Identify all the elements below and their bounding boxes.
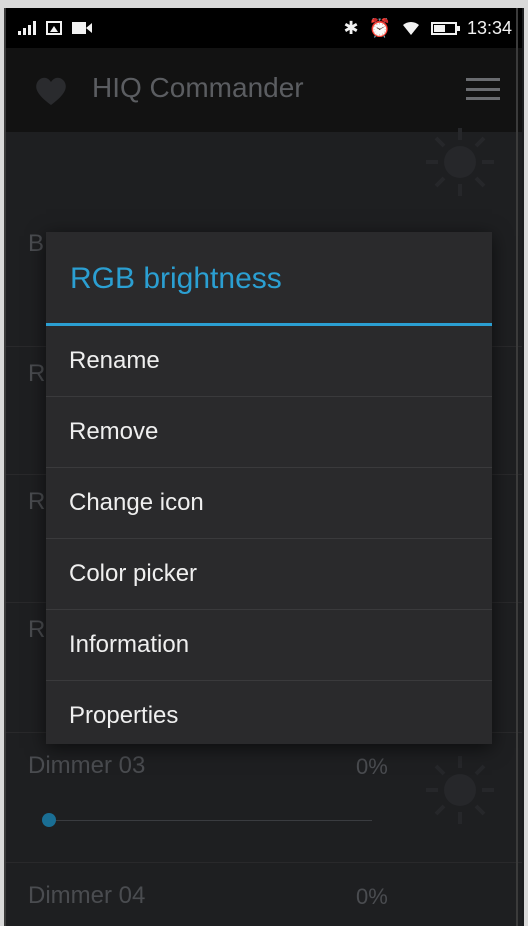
alarm-icon: ⏰ <box>368 18 391 38</box>
list-item-label: B <box>28 230 45 257</box>
list-item[interactable]: Dimmer 04 0% <box>6 862 522 926</box>
video-icon <box>72 22 92 34</box>
menu-item-label: Information <box>69 631 190 658</box>
menu-item-label: Change icon <box>69 489 204 516</box>
dialog-menu: Rename Remove Change icon Color picker I… <box>46 326 492 751</box>
app-bar: HIQ Commander <box>6 48 522 132</box>
menu-item-properties[interactable]: Properties <box>46 681 492 751</box>
status-time: 13:34 <box>466 17 512 38</box>
wifi-icon <box>402 21 419 35</box>
status-bar: ✱ ⏰ 13:34 <box>6 8 522 48</box>
menu-item-rename[interactable]: Rename <box>46 326 492 397</box>
context-menu-dialog: RGB brightness Rename Remove Change icon… <box>46 232 492 744</box>
menu-item-change-icon[interactable]: Change icon <box>46 468 492 539</box>
bluetooth-icon: ✱ <box>343 18 359 38</box>
list-item-value: 0% <box>356 754 388 779</box>
menu-item-label: Color picker <box>69 560 198 587</box>
dialog-title: RGB brightness <box>70 262 282 295</box>
menu-item-label: Properties <box>69 702 179 729</box>
list-item-label: Dimmer 04 <box>28 882 146 909</box>
battery-icon <box>430 21 460 35</box>
list-item[interactable]: Dimmer 03 0% <box>6 732 522 863</box>
menu-item-color-picker[interactable]: Color picker <box>46 539 492 610</box>
heart-logo-icon <box>36 77 66 105</box>
status-right-icons: ✱ ⏰ 13:34 <box>343 8 512 48</box>
menu-item-label: Remove <box>69 418 159 445</box>
menu-item-information[interactable]: Information <box>46 610 492 681</box>
list-item-label: R <box>28 616 46 643</box>
sun-icon <box>426 128 494 196</box>
dimmer-slider-track[interactable] <box>46 820 372 821</box>
app-title: HIQ Commander <box>92 72 304 103</box>
menu-item-label: Rename <box>69 347 160 374</box>
image-icon <box>46 21 62 35</box>
menu-icon[interactable] <box>466 78 500 100</box>
signal-icon <box>18 21 36 35</box>
dimmer-slider-thumb[interactable] <box>42 813 56 827</box>
sun-icon <box>426 756 494 824</box>
list-item-label: R <box>28 360 46 387</box>
list-item-value: 0% <box>356 884 388 909</box>
list-item-label: R <box>28 488 46 515</box>
list-item-label: Dimmer 03 <box>28 752 146 779</box>
menu-item-remove[interactable]: Remove <box>46 397 492 468</box>
status-left-icons <box>18 8 92 48</box>
